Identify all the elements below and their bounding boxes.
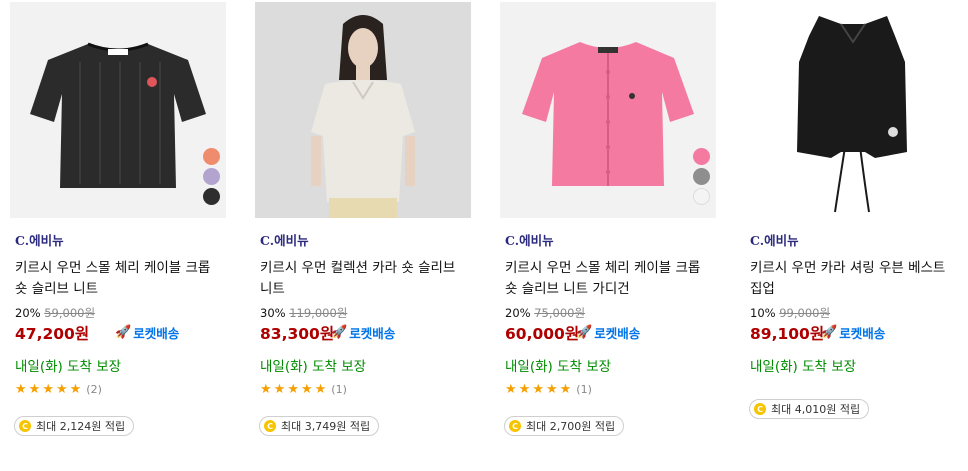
rating: ★ ★ ★ ★ ★ (1) bbox=[505, 383, 592, 396]
arrival-guarantee: 내일(화) 도착 보장 bbox=[750, 359, 857, 375]
arrival-guarantee: 내일(화) 도착 보장 bbox=[505, 359, 612, 375]
original-price: 119,000원 bbox=[289, 306, 348, 320]
discount-row: 30% 119,000원 bbox=[260, 305, 347, 321]
star-icon: ★ bbox=[505, 382, 517, 397]
star-icon: ★ bbox=[42, 382, 54, 397]
discount-rate: 20% bbox=[15, 306, 41, 320]
review-count: (2) bbox=[86, 383, 102, 396]
color-swatch[interactable] bbox=[203, 188, 220, 205]
product-name[interactable]: 키르시 우먼 컬렉션 카라 숏 슬리브 니트 bbox=[260, 258, 472, 300]
coin-icon: C bbox=[509, 420, 521, 432]
star-icon: ★ bbox=[300, 382, 313, 397]
star-icon: ★ bbox=[55, 382, 68, 397]
points-text: 최대 4,010원 적립 bbox=[771, 403, 861, 416]
brand-name: C.에비뉴 bbox=[750, 233, 799, 248]
review-count: (1) bbox=[576, 383, 592, 396]
rating: ★ ★ ★ ★ ★ (2) bbox=[15, 383, 102, 396]
color-swatch[interactable] bbox=[203, 168, 220, 185]
star-icon: ★ bbox=[532, 382, 544, 397]
points-badge: C 최대 3,749원 적립 bbox=[259, 416, 380, 436]
sale-price: 60,000원 bbox=[505, 325, 580, 343]
product-grid: C.에비뉴 키르시 우먼 스몰 체리 케이블 크롭 숏 슬리브 니트 20% 5… bbox=[0, 0, 968, 471]
original-price: 75,000원 bbox=[534, 306, 586, 320]
product-image[interactable] bbox=[255, 2, 471, 218]
color-swatch[interactable] bbox=[693, 168, 710, 185]
star-icon: ★ bbox=[559, 382, 572, 397]
product-name[interactable]: 키르시 우먼 카라 셔링 우븐 베스트 집업 bbox=[750, 258, 962, 300]
points-text: 최대 2,124원 적립 bbox=[36, 420, 126, 433]
star-icon: ★ bbox=[28, 382, 41, 397]
star-icon: ★ bbox=[260, 382, 272, 397]
review-count: (1) bbox=[331, 383, 347, 396]
star-icon: ★ bbox=[314, 382, 327, 397]
points-badge: C 최대 2,700원 적립 bbox=[504, 416, 625, 436]
brand-name: C.에비뉴 bbox=[505, 233, 554, 248]
star-icon: ★ bbox=[69, 382, 82, 397]
product-name[interactable]: 키르시 우먼 스몰 체리 케이블 크롭 숏 슬리브 니트 bbox=[15, 258, 227, 300]
color-swatches bbox=[203, 148, 220, 205]
discount-row: 20% 59,000원 bbox=[15, 305, 95, 321]
rocket-icon: 🚀 bbox=[576, 325, 593, 340]
brand-name: C.에비뉴 bbox=[260, 233, 309, 248]
color-swatches bbox=[693, 148, 710, 205]
brand-name: C.에비뉴 bbox=[15, 233, 64, 248]
product-image[interactable] bbox=[500, 2, 716, 218]
original-price: 59,000원 bbox=[44, 306, 96, 320]
arrival-guarantee: 내일(화) 도착 보장 bbox=[260, 359, 367, 375]
star-icon: ★ bbox=[545, 382, 558, 397]
original-price: 99,000원 bbox=[779, 306, 831, 320]
sale-price: 89,100원 bbox=[750, 325, 825, 343]
rocket-icon: 🚀 bbox=[115, 325, 132, 340]
coin-icon: C bbox=[264, 420, 276, 432]
color-swatch[interactable] bbox=[693, 188, 710, 205]
points-text: 최대 2,700원 적립 bbox=[526, 420, 616, 433]
rating: ★ ★ ★ ★ ★ (1) bbox=[260, 383, 347, 396]
coin-icon: C bbox=[19, 420, 31, 432]
color-swatch[interactable] bbox=[203, 148, 220, 165]
coin-icon: C bbox=[754, 403, 766, 415]
points-badge: C 최대 4,010원 적립 bbox=[749, 399, 870, 419]
discount-rate: 30% bbox=[260, 306, 286, 320]
star-icon: ★ bbox=[287, 382, 299, 397]
rocket-delivery-badge: 🚀 로켓배송 bbox=[821, 325, 886, 341]
points-badge: C 최대 2,124원 적립 bbox=[14, 416, 135, 436]
product-name[interactable]: 키르시 우먼 스몰 체리 케이블 크롭 숏 슬리브 니트 가디건 bbox=[505, 258, 717, 300]
discount-row: 10% 99,000원 bbox=[750, 305, 830, 321]
color-swatch[interactable] bbox=[693, 148, 710, 165]
rocket-icon: 🚀 bbox=[331, 325, 348, 340]
star-icon: ★ bbox=[273, 382, 286, 397]
rocket-delivery-badge: 🚀 로켓배송 bbox=[115, 325, 180, 341]
star-icon: ★ bbox=[518, 382, 531, 397]
product-image[interactable] bbox=[10, 2, 226, 218]
rocket-delivery-badge: 🚀 로켓배송 bbox=[331, 325, 396, 341]
rocket-delivery-badge: 🚀 로켓배송 bbox=[576, 325, 641, 341]
discount-rate: 20% bbox=[505, 306, 531, 320]
discount-rate: 10% bbox=[750, 306, 776, 320]
sale-price: 47,200원 bbox=[15, 325, 90, 343]
arrival-guarantee: 내일(화) 도착 보장 bbox=[15, 359, 122, 375]
discount-row: 20% 75,000원 bbox=[505, 305, 585, 321]
rocket-icon: 🚀 bbox=[821, 325, 838, 340]
points-text: 최대 3,749원 적립 bbox=[281, 420, 371, 433]
star-icon: ★ bbox=[15, 382, 27, 397]
sale-price: 83,300원 bbox=[260, 325, 335, 343]
product-image[interactable] bbox=[745, 2, 961, 218]
